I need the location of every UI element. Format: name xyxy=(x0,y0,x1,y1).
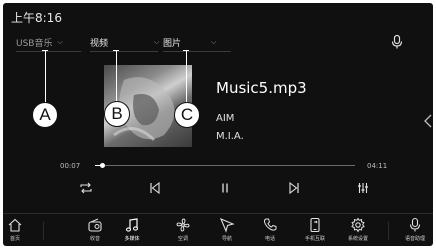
previous-icon xyxy=(150,181,160,195)
chevron-left-icon[interactable] xyxy=(423,113,433,129)
dock-label: 多媒体 xyxy=(124,236,140,242)
dock-label: 导航 xyxy=(221,236,232,242)
repeat-icon xyxy=(80,182,92,194)
dock-item-voice-assistant[interactable]: 语音助理 xyxy=(395,217,433,246)
chevron-down-icon: ⌵ xyxy=(154,37,160,46)
repeat-button[interactable] xyxy=(75,177,97,199)
track-title: Music5.mp3 xyxy=(216,79,307,97)
dock-item-phone-link[interactable]: 手机互联 xyxy=(295,217,335,246)
fan-icon xyxy=(176,218,190,232)
navigation-icon xyxy=(219,217,235,233)
dock-item-phone[interactable]: 电话 xyxy=(250,217,290,246)
dock-label: 空调 xyxy=(177,236,188,242)
radio-icon xyxy=(88,218,102,232)
dock-label: 语音助理 xyxy=(404,236,425,242)
equalizer-button[interactable] xyxy=(352,177,374,199)
tab-underline xyxy=(163,51,231,52)
music-note-icon xyxy=(125,218,139,232)
callout-a: A xyxy=(32,102,58,128)
tab-underline xyxy=(90,51,158,52)
track-artist: M.I.A. xyxy=(216,131,244,142)
progress-knob[interactable] xyxy=(100,163,106,168)
callout-b-line xyxy=(116,50,117,104)
chevron-down-icon: ⌵ xyxy=(57,37,63,46)
home-icon xyxy=(8,218,22,232)
pause-icon xyxy=(222,183,228,193)
dock-item-navigation[interactable]: 导航 xyxy=(207,217,247,246)
dock-divider xyxy=(3,213,433,214)
pause-button[interactable] xyxy=(214,177,236,199)
tab-label: 图片 xyxy=(163,38,182,49)
dock-label: 收音 xyxy=(89,236,100,242)
callout-c-line xyxy=(186,50,187,105)
tab-underline xyxy=(16,51,81,52)
callout-b: B xyxy=(104,101,130,127)
microphone-icon xyxy=(409,217,421,232)
dock-label: 首页 xyxy=(9,236,20,242)
status-time: 上午8:16 xyxy=(11,11,62,25)
microphone-icon[interactable] xyxy=(389,34,405,50)
progress-bar[interactable] xyxy=(95,163,355,168)
current-time: 00:07 xyxy=(60,162,81,170)
gear-icon xyxy=(351,217,365,233)
dock-separator xyxy=(388,222,389,240)
phone-link-icon xyxy=(310,217,320,233)
dock-item-settings[interactable]: 系统设置 xyxy=(338,217,378,246)
phone-icon xyxy=(263,218,277,231)
car-infotainment-screen: 上午8:16 USB音乐 ⌵ 视频 ⌵ 图片 ⌵ Music5.mp3 AIM … xyxy=(3,3,433,246)
dock-item-multimedia[interactable]: 多媒体 xyxy=(112,217,152,246)
tab-label: USB音乐 xyxy=(16,38,53,49)
tab-pictures[interactable]: 图片 ⌵ xyxy=(163,33,216,51)
dock-label: 系统设置 xyxy=(347,236,368,242)
dock-item-climate[interactable]: 空调 xyxy=(163,217,203,246)
dock-separator xyxy=(43,222,44,240)
tab-video[interactable]: 视频 ⌵ xyxy=(90,33,159,51)
next-icon xyxy=(289,181,299,195)
callout-a-line xyxy=(45,50,46,105)
chevron-down-icon: ⌵ xyxy=(211,37,217,46)
total-time: 04:11 xyxy=(367,162,388,170)
tab-usb-music[interactable]: USB音乐 ⌵ xyxy=(16,33,63,51)
equalizer-icon xyxy=(358,183,368,193)
tab-label: 视频 xyxy=(90,38,109,49)
dock-label: 电话 xyxy=(264,236,275,242)
track-album: AIM xyxy=(216,113,235,124)
dock-label: 手机互联 xyxy=(304,236,325,242)
dock-item-home[interactable]: 首页 xyxy=(3,217,35,246)
next-button[interactable] xyxy=(283,177,305,199)
previous-button[interactable] xyxy=(144,177,166,199)
dock-item-radio[interactable]: 收音 xyxy=(75,217,115,246)
callout-c: C xyxy=(174,102,200,128)
